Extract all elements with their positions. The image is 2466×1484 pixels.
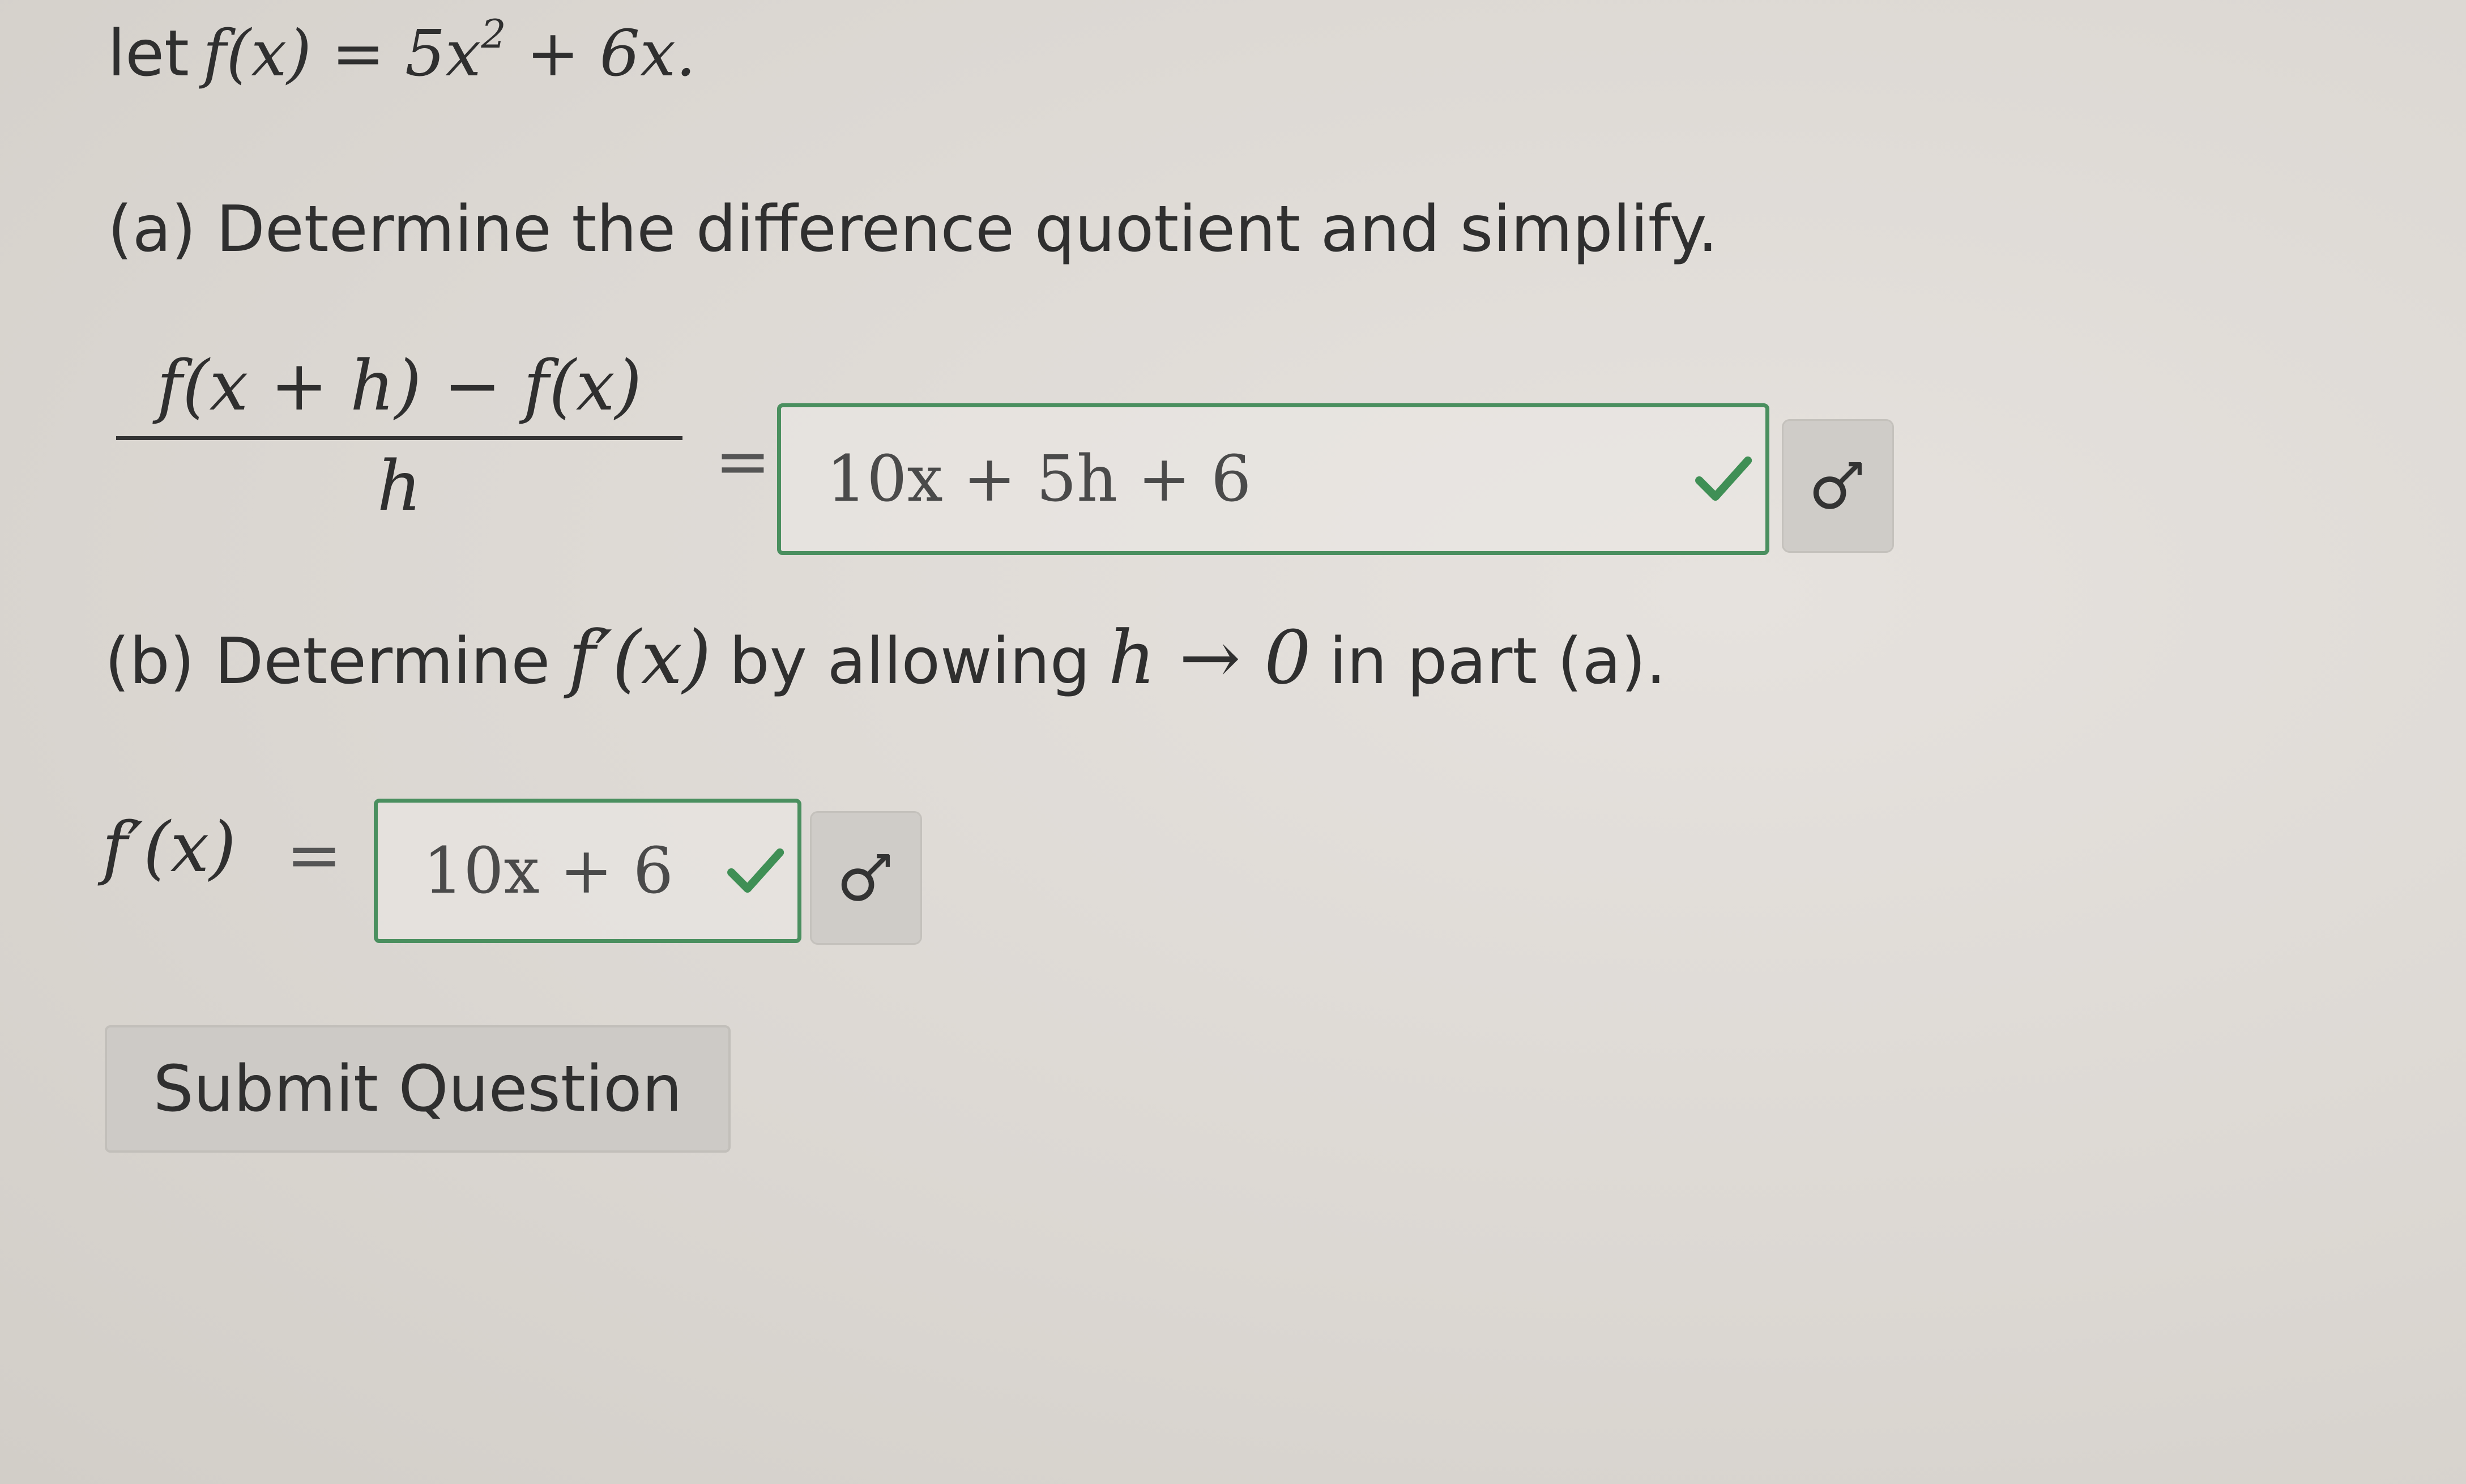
submit-question-button[interactable]: Submit Question xyxy=(105,1025,731,1153)
answer-input-a[interactable]: 10x + 5h + 6 xyxy=(777,403,1769,555)
part-a-prompt: (a) Determine the difference quotient an… xyxy=(108,193,1718,266)
equals-sign-b: = xyxy=(286,816,342,894)
fraction-denominator: h xyxy=(377,446,422,526)
answer-input-b[interactable]: 10x + 6 xyxy=(374,799,801,943)
part-b-prompt-start: (b) Determine xyxy=(105,625,551,698)
math-symbols-icon xyxy=(841,854,890,901)
answer-value-b: 10x + 6 xyxy=(423,834,673,908)
fraction-bar xyxy=(116,436,682,440)
answer-value-a: 10x + 5h + 6 xyxy=(826,442,1252,516)
part-b-limit: h → 0 xyxy=(1108,615,1311,701)
part-b-prompt-end: in part (a). xyxy=(1329,625,1666,698)
difference-quotient-fraction: f(x + h) − f(x) h xyxy=(116,346,682,526)
math-symbols-button-b[interactable] xyxy=(810,811,922,945)
function-definition: f(x) = 5x2 + 6x. xyxy=(202,12,696,91)
correct-check-icon xyxy=(727,848,784,893)
derivative-label: f′(x) xyxy=(102,807,236,888)
part-b-derivative: f′(x) xyxy=(568,615,711,701)
part-b-prompt-middle: by allowing xyxy=(729,625,1090,698)
math-symbols-icon xyxy=(1813,462,1862,509)
fraction-numerator: f(x + h) − f(x) xyxy=(156,346,642,426)
let-word: let xyxy=(108,17,189,91)
part-b-prompt: (b) Determine f′(x) by allowing h → 0 in… xyxy=(105,615,1666,701)
correct-check-icon xyxy=(1695,456,1752,501)
problem-statement: let f(x) = 5x2 + 6x. xyxy=(108,12,696,91)
function-exponent: 2 xyxy=(481,12,506,58)
math-symbols-button-a[interactable] xyxy=(1782,419,1894,553)
equals-sign-a: = xyxy=(715,422,771,500)
